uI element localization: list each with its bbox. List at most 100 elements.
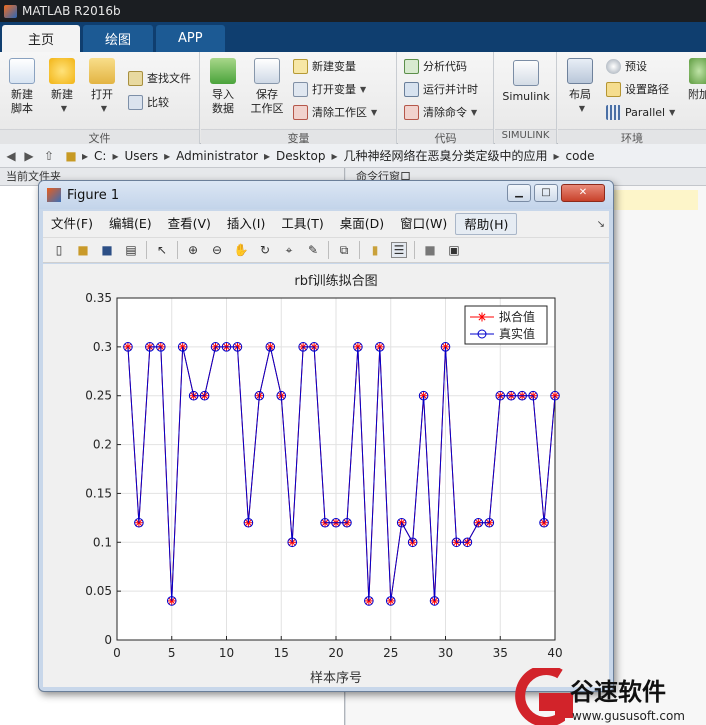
- open-variable-label: 打开变量: [312, 83, 356, 96]
- save-workspace-label: 保存 工作区: [250, 88, 284, 115]
- ribbon-group-variable: 导入 数据 保存 工作区 新建变量 打开变量 ▼ 清除工作区 ▼ 变量: [201, 52, 397, 145]
- breadcrumb-c[interactable]: C:: [94, 149, 106, 163]
- layout-label: 布局: [569, 88, 591, 101]
- y-tick-label: 0.2: [93, 438, 112, 452]
- figure-titlebar: Figure 1 ▁ □ ✕: [39, 181, 613, 209]
- pointer-icon[interactable]: ↖: [154, 242, 170, 258]
- gear-icon: [606, 58, 621, 74]
- path-separator-icon: ▸: [82, 148, 89, 163]
- close-button[interactable]: ✕: [561, 184, 605, 202]
- set-path-button[interactable]: 设置路径: [606, 79, 669, 99]
- legend-icon[interactable]: ☰: [391, 242, 407, 258]
- x-tick-label: 25: [383, 646, 398, 660]
- watermark-brand: 谷速软件: [570, 678, 666, 706]
- maximize-button[interactable]: □: [534, 184, 558, 202]
- new-button[interactable]: 新建 ▼: [44, 58, 80, 116]
- clear-commands-button[interactable]: 清除命令 ▼: [404, 102, 477, 122]
- x-tick-label: 0: [113, 646, 121, 660]
- breadcrumb-desktop[interactable]: Desktop: [276, 149, 326, 163]
- open-button[interactable]: 打开 ▼: [84, 58, 120, 116]
- legend-label: 真实值: [499, 326, 535, 341]
- layout-button[interactable]: 布局 ▼: [562, 58, 598, 116]
- preferences-button[interactable]: 预设: [606, 56, 647, 76]
- save-icon[interactable]: ■: [99, 242, 115, 258]
- layout-icon: [567, 58, 593, 84]
- app-title: MATLAB R2016b: [22, 4, 121, 18]
- forward-arrow-icon[interactable]: ▶: [22, 149, 36, 163]
- import-data-button[interactable]: 导入 数据: [205, 58, 241, 116]
- tab-home[interactable]: 主页: [2, 25, 81, 52]
- run-and-time-label: 运行并计时: [423, 83, 478, 96]
- y-tick-label: 0.15: [85, 486, 112, 500]
- new-variable-button[interactable]: 新建变量: [293, 56, 356, 76]
- breadcrumb-administrator[interactable]: Administrator: [176, 149, 258, 163]
- zoom-in-icon[interactable]: ⊕: [185, 242, 201, 258]
- menu-insert[interactable]: 插入(I): [219, 213, 273, 235]
- data-cursor-icon[interactable]: ⌖: [281, 242, 297, 258]
- open-variable-button[interactable]: 打开变量 ▼: [293, 79, 366, 99]
- x-tick-label: 10: [219, 646, 234, 660]
- browse-folder-icon[interactable]: ■: [62, 149, 80, 163]
- run-time-icon: [404, 81, 419, 97]
- menu-window[interactable]: 窗口(W): [392, 213, 455, 235]
- minimize-button[interactable]: ▁: [507, 184, 531, 202]
- watermark-url: www.gususoft.com: [572, 709, 685, 723]
- analyze-code-button[interactable]: 分析代码: [404, 56, 467, 76]
- simulink-label: Simulink: [502, 90, 550, 103]
- x-tick-label: 5: [168, 646, 176, 660]
- y-tick-label: 0.3: [93, 340, 112, 354]
- run-and-time-button[interactable]: 运行并计时: [404, 79, 478, 99]
- x-tick-label: 40: [547, 646, 562, 660]
- watermark: 谷速软件 www.gususoft.com: [508, 665, 706, 725]
- menu-view[interactable]: 查看(V): [160, 213, 219, 235]
- parallel-icon: [606, 104, 621, 120]
- menu-edit[interactable]: 编辑(E): [101, 213, 160, 235]
- breadcrumb-users[interactable]: Users: [124, 149, 158, 163]
- chevron-down-icon: ▼: [60, 104, 68, 113]
- print-icon[interactable]: ▤: [123, 242, 139, 258]
- zoom-out-icon[interactable]: ⊖: [209, 242, 225, 258]
- back-arrow-icon[interactable]: ◀: [4, 149, 18, 163]
- breadcrumb-project-folder[interactable]: 几种神经网络在恶臭分类定级中的应用: [344, 147, 548, 164]
- save-workspace-button[interactable]: 保存 工作区: [247, 58, 287, 116]
- menu-desktop[interactable]: 桌面(D): [332, 213, 392, 235]
- chevron-down-icon: ▼: [371, 107, 378, 117]
- toolbar-divider: [328, 241, 329, 259]
- tab-apps[interactable]: APP: [156, 25, 225, 52]
- new-script-label: 新建 脚本: [11, 88, 33, 115]
- ribbon-tabs: 主页 绘图 APP: [0, 22, 706, 52]
- y-tick-label: 0.35: [85, 291, 112, 305]
- y-tick-label: 0.1: [93, 535, 112, 549]
- find-files-button[interactable]: 查找文件: [128, 68, 191, 88]
- clear-workspace-button[interactable]: 清除工作区 ▼: [293, 102, 377, 122]
- up-folder-icon[interactable]: ⇧: [40, 149, 58, 163]
- figure-menubar: 文件(F) 编辑(E) 查看(V) 插入(I) 工具(T) 桌面(D) 窗口(W…: [43, 211, 609, 237]
- hide-plot-tools-icon[interactable]: ■: [422, 242, 438, 258]
- compare-button[interactable]: 比较: [128, 92, 169, 112]
- open-file-icon[interactable]: ■: [75, 242, 91, 258]
- new-script-button[interactable]: 新建 脚本: [4, 58, 40, 116]
- show-plot-tools-icon[interactable]: ▣: [446, 242, 462, 258]
- clear-commands-label: 清除命令: [423, 106, 467, 119]
- dock-arrow-icon[interactable]: ↘: [597, 219, 605, 230]
- link-plot-icon[interactable]: ⧉: [336, 242, 352, 258]
- simulink-button[interactable]: Simulink: [499, 60, 553, 104]
- menu-file[interactable]: 文件(F): [43, 213, 101, 235]
- parallel-label: Parallel: [625, 105, 666, 119]
- colorbar-icon[interactable]: ▮: [367, 242, 383, 258]
- new-variable-label: 新建变量: [312, 60, 356, 73]
- import-label: 导入 数据: [212, 88, 234, 115]
- pan-hand-icon[interactable]: ✋: [233, 242, 249, 258]
- brush-icon[interactable]: ✎: [305, 242, 321, 258]
- rotate-3d-icon[interactable]: ↻: [257, 242, 273, 258]
- chevron-down-icon: ▼: [360, 84, 367, 94]
- addons-button[interactable]: 附加: [684, 58, 706, 102]
- menu-help[interactable]: 帮助(H): [455, 213, 518, 235]
- parallel-button[interactable]: Parallel ▼: [606, 102, 675, 122]
- tab-plots[interactable]: 绘图: [83, 25, 154, 52]
- chart: rbf训练拟合图 样本序号 0 5 10 15 20 25 30 35 40 0 0.05 0.1 0.…: [85, 274, 562, 686]
- breadcrumb-code[interactable]: code: [566, 149, 595, 163]
- new-figure-icon[interactable]: ▯: [51, 242, 67, 258]
- addons-icon: [689, 58, 706, 84]
- menu-tools[interactable]: 工具(T): [273, 213, 331, 235]
